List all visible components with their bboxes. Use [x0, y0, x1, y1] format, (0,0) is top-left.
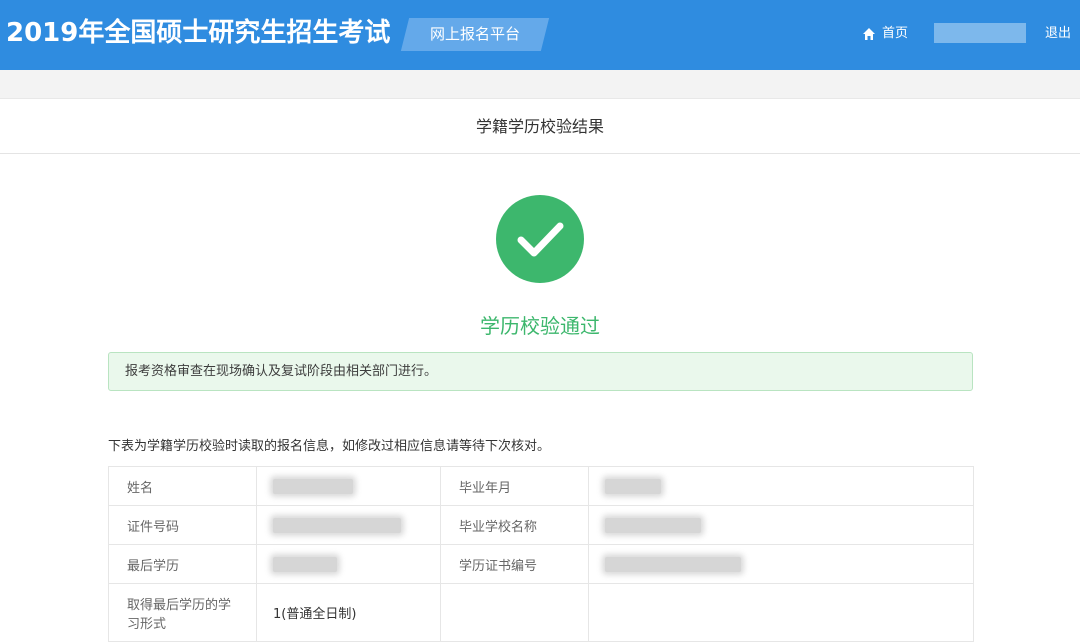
verification-status: 学历校验通过: [480, 314, 600, 338]
home-link[interactable]: 首页: [862, 24, 908, 44]
study-mode-value: 1(普通全日制): [256, 583, 441, 642]
id-value: [256, 505, 441, 545]
id-label: 证件号码: [108, 505, 257, 545]
platform-label: 网上报名平台: [429, 25, 520, 43]
grad-date-value: [588, 466, 974, 506]
site-title: 2019年全国硕士研究生招生考试: [6, 18, 391, 48]
home-icon: [863, 28, 875, 40]
result-panel: 学历校验通过 报考资格审查在现场确认及复试阶段由相关部门进行。 下表为学籍学历校…: [0, 154, 1080, 644]
home-link-label: 首页: [882, 26, 909, 41]
degree-value: [256, 544, 441, 584]
logout-link[interactable]: 退出: [1045, 24, 1071, 44]
page-title-bar: 学籍学历校验结果: [0, 98, 1080, 154]
study-mode-label: 取得最后学历的学习形式: [108, 583, 257, 642]
empty-cell: [440, 583, 589, 642]
school-value: [588, 505, 974, 545]
table-row: 证件号码 毕业学校名称: [108, 505, 974, 545]
table-row: 姓名 毕业年月: [108, 466, 974, 506]
platform-badge: 网上报名平台: [400, 18, 550, 51]
degree-label: 最后学历: [108, 544, 257, 584]
cert-label: 学历证书编号: [440, 544, 589, 584]
grad-date-label: 毕业年月: [440, 466, 589, 506]
table-row: 取得最后学历的学习形式 1(普通全日制): [108, 583, 974, 642]
cert-value: [588, 544, 974, 584]
name-label: 姓名: [108, 466, 257, 506]
check-circle-icon: [496, 195, 584, 283]
page-title: 学籍学历校验结果: [475, 117, 604, 136]
table-row: 最后学历 学历证书编号: [108, 544, 974, 584]
notice-box: 报考资格审查在现场确认及复试阶段由相关部门进行。: [108, 352, 973, 391]
school-label: 毕业学校名称: [440, 505, 589, 545]
info-table: 姓名 毕业年月 证件号码 毕业学校名称 最后学历 学历证书编号 取得最后学历的学…: [108, 466, 974, 642]
empty-cell: [588, 583, 974, 642]
username-redacted: [934, 23, 1026, 43]
table-caption: 下表为学籍学历校验时读取的报名信息，如修改过相应信息请等待下次核对。: [108, 439, 551, 454]
top-header: 2019年全国硕士研究生招生考试 网上报名平台 首页 退出: [0, 0, 1080, 70]
name-value: [256, 466, 441, 506]
